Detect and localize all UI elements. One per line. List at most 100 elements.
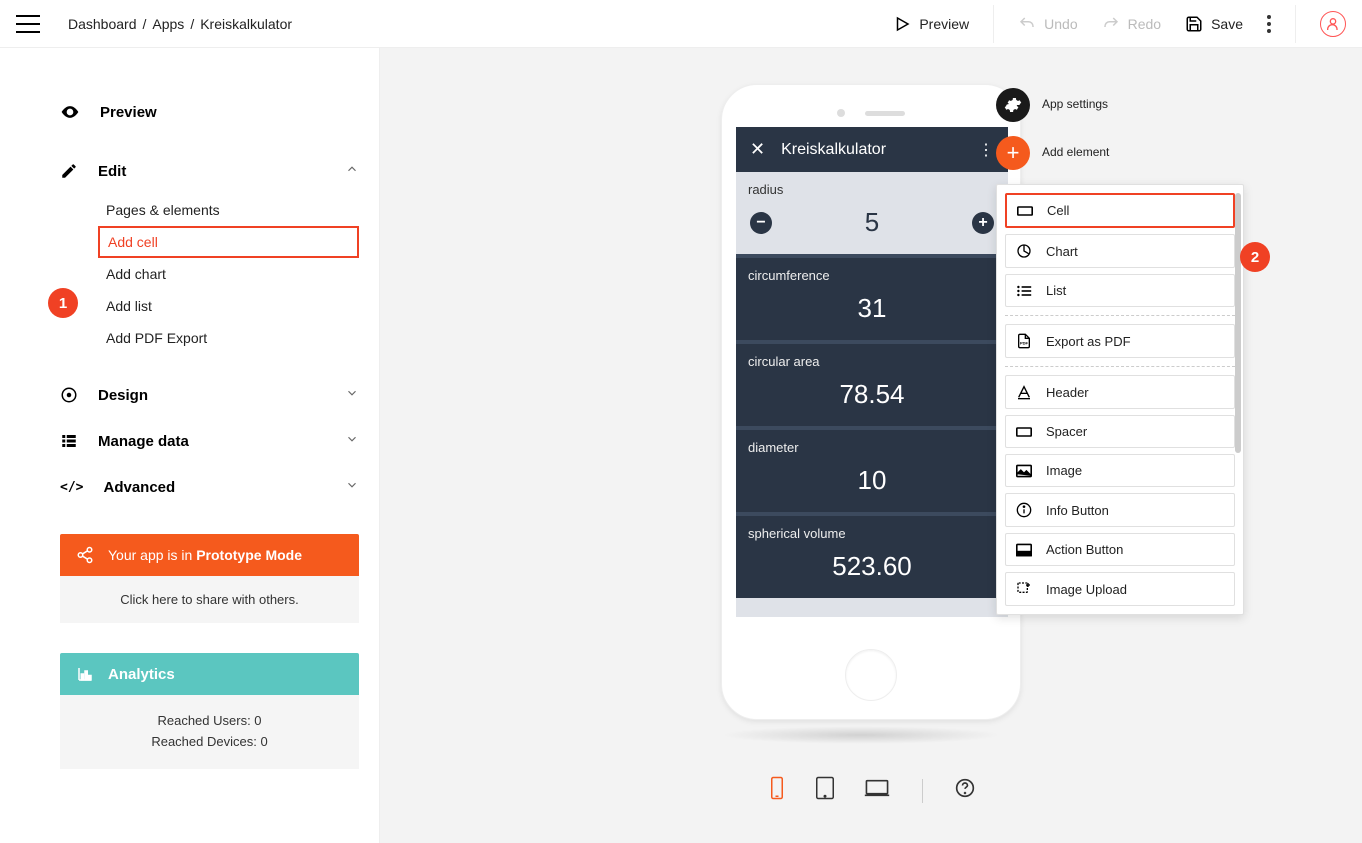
- code-icon: </>: [60, 480, 83, 495]
- cell-radius[interactable]: radius − 5 +: [736, 172, 1008, 254]
- cell-area[interactable]: circular area 78.54: [736, 340, 1008, 426]
- pencil-icon: [60, 162, 78, 180]
- preview-button[interactable]: Preview: [893, 15, 969, 33]
- data-icon: [60, 432, 78, 450]
- redo-button[interactable]: Redo: [1102, 15, 1161, 33]
- upload-icon: [1016, 581, 1032, 597]
- action-icon: [1016, 543, 1032, 557]
- element-spacer[interactable]: Spacer: [1005, 415, 1235, 448]
- prototype-text: Your app is in Prototype Mode: [108, 547, 302, 563]
- element-list[interactable]: List: [1005, 274, 1235, 307]
- sidebar-item-design[interactable]: Design: [60, 372, 359, 418]
- save-icon: [1185, 15, 1203, 33]
- sidebar-label: Design: [98, 387, 148, 404]
- breadcrumb-apps[interactable]: Apps: [152, 16, 184, 32]
- breadcrumb-dashboard[interactable]: Dashboard: [68, 16, 137, 32]
- element-upload[interactable]: Image Upload: [1005, 572, 1235, 606]
- phone-camera-dot: [837, 109, 845, 117]
- sidebar-label: Edit: [98, 163, 126, 180]
- canvas: ✕ Kreiskalkulator ⋮ radius − 5 + circumf: [380, 48, 1362, 843]
- user-icon: [1325, 16, 1341, 32]
- sidebar: Preview Edit Pages & elements Add cell A…: [0, 48, 380, 843]
- cell-value: 31: [736, 283, 1008, 340]
- sidebar-sub-addchart[interactable]: Add chart: [60, 258, 359, 290]
- redo-icon: [1102, 15, 1120, 33]
- element-label: Action Button: [1046, 542, 1123, 557]
- breadcrumb-current[interactable]: Kreiskalkulator: [200, 16, 292, 32]
- help-icon[interactable]: [955, 778, 975, 803]
- add-element-label: Add element: [1042, 145, 1109, 161]
- add-element-button[interactable]: +: [996, 136, 1030, 170]
- app-settings-button[interactable]: [996, 88, 1030, 122]
- element-header[interactable]: Header: [1005, 375, 1235, 409]
- undo-button[interactable]: Undo: [1018, 15, 1077, 33]
- pdf-icon: PDF: [1016, 333, 1032, 349]
- redo-label: Redo: [1128, 16, 1161, 32]
- sidebar-sub-addlist[interactable]: Add list: [60, 290, 359, 322]
- user-avatar[interactable]: [1320, 11, 1346, 37]
- share-text[interactable]: Click here to share with others.: [60, 576, 359, 623]
- element-pdf[interactable]: PDF Export as PDF: [1005, 324, 1235, 358]
- undo-label: Undo: [1044, 16, 1077, 32]
- sidebar-sub-addpdf[interactable]: Add PDF Export: [60, 322, 359, 354]
- element-label: Info Button: [1046, 503, 1109, 518]
- cell-label: circumference: [736, 258, 1008, 283]
- device-desktop-icon[interactable]: [864, 778, 890, 803]
- chevron-down-icon: [345, 386, 359, 404]
- cell-circumference[interactable]: circumference 31: [736, 254, 1008, 340]
- analytics-users: Reached Users: 0: [76, 711, 343, 732]
- cell-label: circular area: [736, 344, 1008, 369]
- app-title: Kreiskalkulator: [781, 141, 886, 159]
- analytics-title: Analytics: [108, 666, 175, 683]
- analytics-panel[interactable]: Analytics Reached Users: 0 Reached Devic…: [60, 653, 359, 769]
- prototype-banner[interactable]: Your app is in Prototype Mode Click here…: [60, 534, 359, 623]
- sidebar-item-edit[interactable]: Edit: [60, 148, 359, 194]
- sidebar-label: Advanced: [103, 479, 175, 496]
- analytics-devices: Reached Devices: 0: [76, 732, 343, 753]
- play-icon: [893, 15, 911, 33]
- element-label: Cell: [1047, 203, 1069, 218]
- save-button[interactable]: Save: [1185, 15, 1243, 33]
- design-icon: [60, 386, 78, 404]
- element-image[interactable]: Image: [1005, 454, 1235, 487]
- info-icon: [1016, 502, 1032, 518]
- close-icon[interactable]: ✕: [750, 139, 765, 160]
- app-header: ✕ Kreiskalkulator ⋮: [736, 127, 1008, 172]
- device-phone-icon[interactable]: [768, 776, 786, 805]
- minus-button[interactable]: −: [750, 212, 772, 234]
- sidebar-label: Preview: [100, 104, 157, 121]
- chevron-down-icon: [345, 478, 359, 496]
- chevron-up-icon: [345, 162, 359, 180]
- phone-speaker: [865, 111, 905, 116]
- hamburger-menu-icon[interactable]: [16, 15, 40, 33]
- cell-volume[interactable]: spherical volume 523.60: [736, 512, 1008, 598]
- sidebar-item-preview[interactable]: Preview: [60, 88, 359, 136]
- element-label: Export as PDF: [1046, 334, 1131, 349]
- element-info[interactable]: Info Button: [1005, 493, 1235, 527]
- element-action[interactable]: Action Button: [1005, 533, 1235, 566]
- element-label: Header: [1046, 385, 1089, 400]
- share-icon: [76, 546, 94, 564]
- cell-label: diameter: [736, 430, 1008, 455]
- more-menu-icon[interactable]: [1267, 15, 1271, 33]
- device-tablet-icon[interactable]: [814, 776, 836, 805]
- plus-button[interactable]: +: [972, 212, 994, 234]
- callout-badge-1: 1: [48, 288, 78, 318]
- home-button[interactable]: [845, 649, 897, 701]
- cell-icon: [1017, 204, 1033, 218]
- cell-diameter[interactable]: diameter 10: [736, 426, 1008, 512]
- breadcrumb: Dashboard / Apps / Kreiskalkulator: [68, 16, 292, 32]
- sidebar-label: Manage data: [98, 433, 189, 450]
- sidebar-item-advanced[interactable]: </> Advanced: [60, 464, 359, 510]
- sidebar-sub-addcell[interactable]: Add cell: [98, 226, 359, 258]
- right-panel: App settings + Add element Cell Chart: [996, 88, 1244, 615]
- sidebar-item-managedata[interactable]: Manage data: [60, 418, 359, 464]
- app-menu-icon[interactable]: ⋮: [978, 140, 994, 160]
- element-label: Chart: [1046, 244, 1078, 259]
- element-cell[interactable]: Cell: [1005, 193, 1235, 228]
- element-label: Image Upload: [1046, 582, 1127, 597]
- header-icon: [1016, 384, 1032, 400]
- sidebar-sub-pages[interactable]: Pages & elements: [60, 194, 359, 226]
- element-chart[interactable]: Chart: [1005, 234, 1235, 268]
- cell-value: 523.60: [736, 541, 1008, 598]
